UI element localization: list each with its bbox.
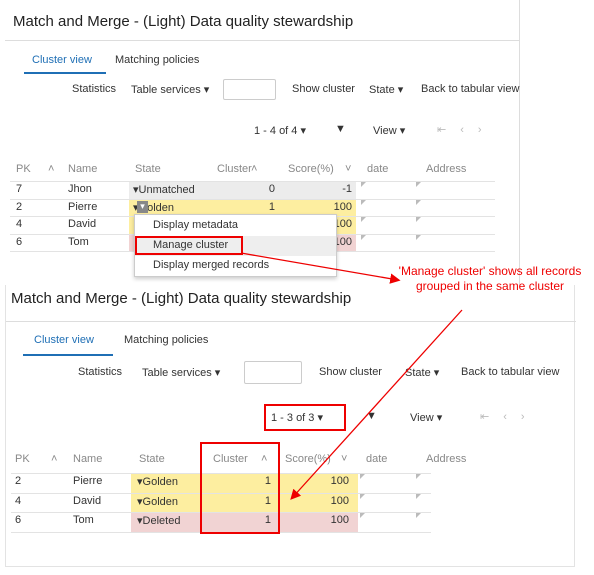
annotation-arrows [240,252,463,500]
arrow-to-note [240,252,401,284]
arrow-to-cluster [290,309,463,500]
